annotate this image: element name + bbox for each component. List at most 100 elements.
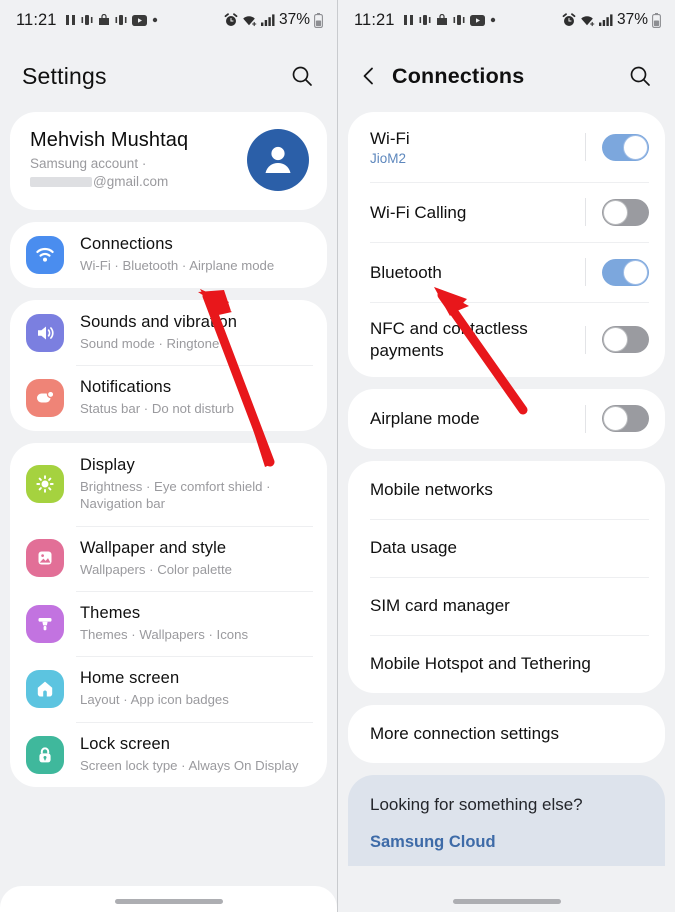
list-item-sim-card-manager[interactable]: SIM card manager (348, 576, 665, 635)
toggle-title: Wi-Fi Calling (370, 202, 467, 222)
vibrate-icon (115, 15, 127, 25)
profile-text: Mehvish Mushtaq Samsung account · @gmail… (30, 129, 247, 191)
gesture-bar[interactable] (338, 890, 675, 912)
person-icon (265, 147, 291, 174)
vibrate-icon (81, 15, 93, 25)
lock-icon (26, 735, 64, 774)
divider (585, 325, 586, 354)
settings-item-notifications[interactable]: Notifications Status bar · Do not distur… (10, 365, 327, 430)
status-bar: 11:21 37% (0, 0, 337, 40)
list-item-data-usage[interactable]: Data usage (348, 518, 665, 577)
item-title: Lock screen (80, 734, 171, 753)
connections-scroll[interactable]: Wi-Fi JioM2 Wi-Fi Calling Bluetooth NFC … (338, 112, 675, 912)
looking-for-something-else-card[interactable]: Looking for something else? Samsung Clou… (348, 774, 665, 866)
item-title: Connections (80, 235, 173, 254)
connection-toggles-card[interactable]: Wi-Fi JioM2 Wi-Fi Calling Bluetooth NFC … (348, 112, 665, 377)
wifi-icon (581, 15, 595, 26)
chevron-left-icon (363, 67, 373, 85)
battery-icon (652, 12, 661, 28)
toggle-knob (623, 134, 648, 160)
toggle-title: Bluetooth (370, 262, 442, 282)
airplane-mode-toggle[interactable] (602, 405, 649, 433)
toggle-knob (603, 327, 628, 352)
divider (585, 198, 586, 227)
sound-notification-card[interactable]: Sounds and vibration Sound mode · Ringto… (10, 299, 327, 431)
toggle-knob (603, 406, 628, 432)
list-item-label: Data usage (370, 537, 457, 557)
display-group-card[interactable]: Display Brightness · Eye comfort shield … (10, 442, 327, 788)
toggle-row-wifi[interactable]: Wi-Fi JioM2 (348, 112, 665, 182)
toggle-text: Wi-Fi JioM2 (370, 128, 585, 166)
hint-title: Looking for something else? (370, 794, 583, 814)
search-button[interactable] (285, 59, 319, 93)
samsung-cloud-link[interactable]: Samsung Cloud (370, 833, 643, 852)
bluetooth-toggle[interactable] (602, 258, 649, 286)
profile-subtitle: Samsung account · @gmail.com (30, 155, 247, 191)
toggle-knob (603, 199, 628, 225)
search-button[interactable] (623, 59, 657, 93)
wifi-calling-toggle[interactable] (602, 198, 649, 226)
back-button[interactable] (352, 59, 386, 93)
gesture-pill[interactable] (114, 898, 223, 904)
wifi-toggle[interactable] (602, 133, 649, 161)
status-time: 11:21 (354, 10, 395, 29)
avatar[interactable] (247, 129, 309, 192)
bag-icon (436, 14, 447, 25)
toggle-subtitle: JioM2 (370, 151, 407, 167)
airplane-mode-card[interactable]: Airplane mode (348, 388, 665, 449)
item-title: Sounds and vibration (80, 312, 238, 331)
item-subtitle: Wi-Fi · Bluetooth · Airplane mode (80, 258, 275, 274)
settings-item-themes[interactable]: Themes Themes · Wallpapers · Icons (10, 590, 327, 656)
signal-icon (260, 14, 275, 26)
nfc-toggle[interactable] (602, 326, 649, 353)
divider (585, 258, 586, 287)
redacted-email (30, 177, 92, 188)
settings-item-home-screen[interactable]: Home screen Layout · App icon badges (10, 656, 327, 721)
toggle-row-wifi-calling[interactable]: Wi-Fi Calling (348, 182, 665, 242)
settings-item-text: Themes Themes · Wallpapers · Icons (80, 604, 311, 643)
settings-item-display[interactable]: Display Brightness · Eye comfort shield … (10, 443, 327, 526)
status-system-icons: 37% (562, 11, 661, 29)
settings-item-connections[interactable]: Connections Wi-Fi · Bluetooth · Airplane… (10, 222, 327, 287)
item-subtitle: Layout · App icon badges (80, 692, 229, 708)
list-item-mobile-networks[interactable]: Mobile networks (348, 461, 665, 519)
list-item-label: More connection settings (370, 723, 559, 743)
list-item-label: Mobile networks (370, 479, 493, 499)
connections-screen: 11:21 37% Connections Wi-Fi JioM2 Wi-Fi … (337, 0, 675, 912)
image-icon (26, 539, 64, 578)
settings-item-text: Display Brightness · Eye comfort shield … (80, 456, 311, 513)
settings-item-text: Wallpaper and style Wallpapers · Color p… (80, 539, 311, 578)
item-title: Themes (80, 603, 141, 622)
samsung-account-row[interactable]: Mehvish Mushtaq Samsung account · @gmail… (10, 112, 327, 210)
toggle-row-nfc[interactable]: NFC and contactless payments (348, 302, 665, 377)
settings-item-text: Notifications Status bar · Do not distur… (80, 378, 311, 417)
network-list-card[interactable]: Mobile networks Data usage SIM card mana… (348, 460, 665, 693)
list-item-label: Mobile Hotspot and Tethering (370, 653, 591, 673)
settings-item-sounds-and-vibration[interactable]: Sounds and vibration Sound mode · Ringto… (10, 300, 327, 365)
gesture-pill[interactable] (452, 898, 561, 904)
item-subtitle: Status bar · Do not disturb (80, 401, 234, 417)
alarm-icon (224, 13, 238, 26)
dot-icon (152, 17, 157, 23)
settings-item-wallpaper-and-style[interactable]: Wallpaper and style Wallpapers · Color p… (10, 525, 327, 591)
toggle-row-bluetooth[interactable]: Bluetooth (348, 242, 665, 302)
more-settings-card[interactable]: More connection settings (348, 704, 665, 763)
item-subtitle: Sound mode · Ringtone (80, 335, 220, 351)
status-bar: 11:21 37% (338, 0, 675, 40)
brightness-icon (26, 465, 64, 504)
item-title: Wallpaper and style (80, 538, 227, 557)
pause-icon (65, 15, 75, 25)
settings-scroll[interactable]: Mehvish Mushtaq Samsung account · @gmail… (0, 112, 337, 912)
item-subtitle: Themes · Wallpapers · Icons (80, 626, 249, 642)
connections-card[interactable]: Connections Wi-Fi · Bluetooth · Airplane… (10, 222, 327, 288)
toggle-text: NFC and contactless payments (370, 318, 585, 361)
item-subtitle: Screen lock type · Always On Display (80, 757, 299, 773)
account-label: Samsung account (30, 156, 139, 171)
gesture-bar[interactable] (0, 890, 337, 912)
list-item-more-connection-settings[interactable]: More connection settings (348, 705, 665, 763)
settings-item-lock-screen[interactable]: Lock screen Screen lock type · Always On… (10, 721, 327, 787)
vibrate-icon (419, 15, 431, 25)
list-item-mobile-hotspot-and-tethering[interactable]: Mobile Hotspot and Tethering (348, 634, 665, 693)
toggle-row-airplane-mode[interactable]: Airplane mode (348, 389, 665, 449)
profile-card[interactable]: Mehvish Mushtaq Samsung account · @gmail… (10, 112, 327, 211)
